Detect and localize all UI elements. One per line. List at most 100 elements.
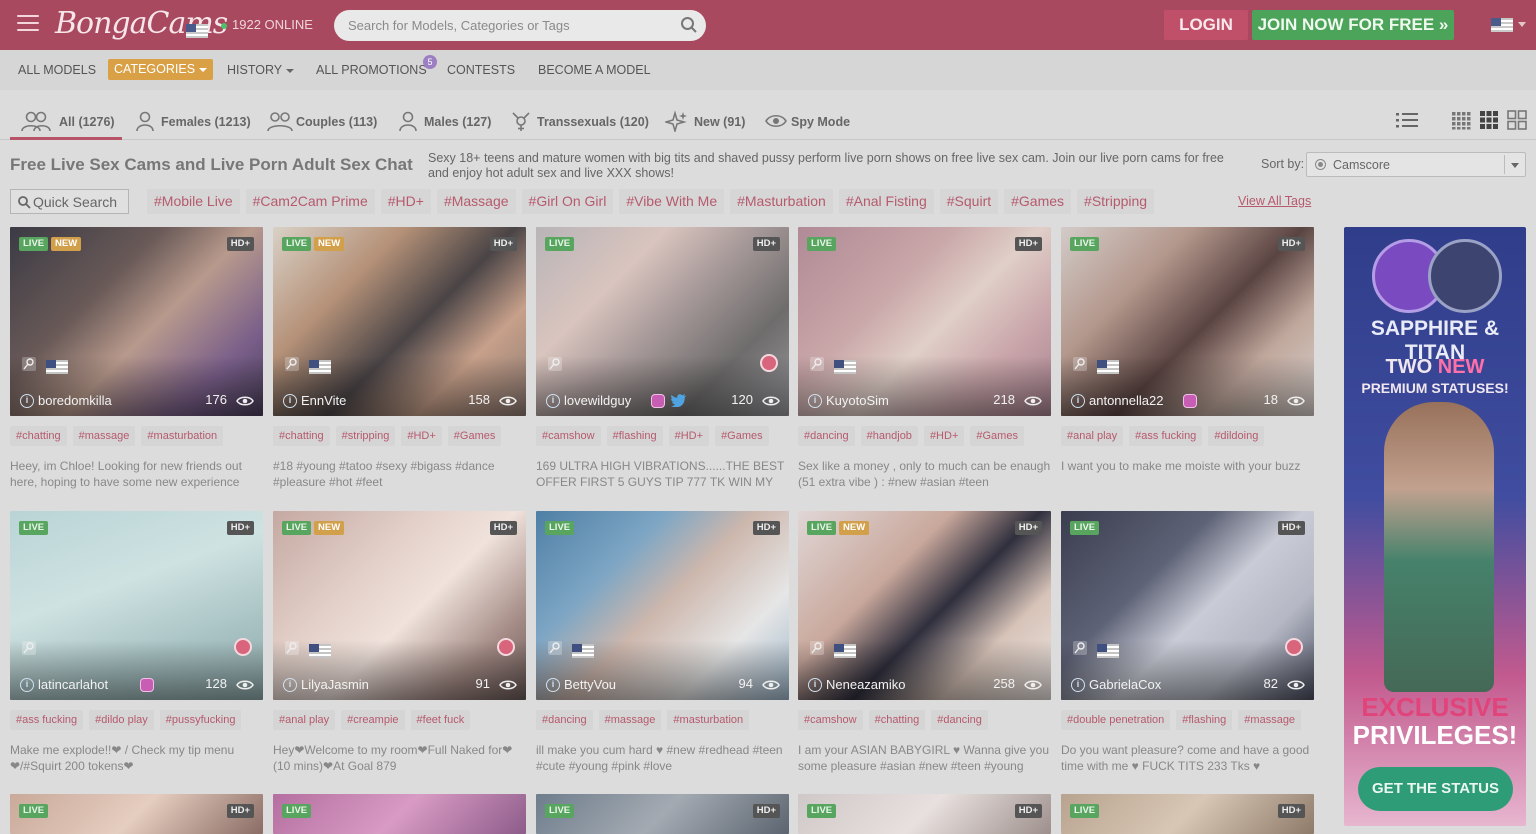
tag-link[interactable]: #Vibe With Me — [619, 189, 725, 214]
model-thumbnail[interactable]: LIVE NEW HD+ i LilyaJasmin 91 — [273, 511, 526, 700]
model-tag-link[interactable]: #massage — [598, 710, 662, 730]
model-tag-link[interactable]: #chatting — [10, 426, 67, 446]
model-thumbnail[interactable]: LIVE HD+ — [798, 794, 1051, 834]
model-name[interactable]: GabrielaCox — [1089, 677, 1161, 692]
model-tag-link[interactable]: #camshow — [798, 710, 863, 730]
model-tag-link[interactable]: #camshow — [536, 426, 601, 446]
model-tag-link[interactable]: #massage — [72, 426, 136, 446]
large-grid-icon[interactable] — [1507, 110, 1527, 130]
tag-link[interactable]: #Girl On Girl — [521, 189, 614, 214]
model-name[interactable]: boredomkilla — [38, 393, 112, 408]
model-tag-link[interactable]: #HD+ — [668, 426, 710, 446]
model-tag-link[interactable]: #creampie — [341, 710, 405, 730]
model-tag-link[interactable]: #chatting — [273, 426, 330, 446]
pin-icon[interactable] — [547, 640, 563, 656]
search-input[interactable] — [334, 10, 664, 41]
get-status-button[interactable]: GET THE STATUS — [1358, 767, 1513, 811]
info-icon[interactable]: i — [808, 678, 822, 692]
model-thumbnail[interactable]: LIVE HD+ i BettyVou 94 — [536, 511, 789, 700]
model-thumbnail[interactable]: LIVE — [273, 794, 526, 834]
info-icon[interactable]: i — [1071, 394, 1085, 408]
model-tag-link[interactable]: #anal play — [273, 710, 336, 730]
model-name[interactable]: KuyotoSim — [826, 393, 889, 408]
list-view-icon[interactable] — [1396, 110, 1418, 130]
nav-become-model[interactable]: BECOME A MODEL — [538, 63, 651, 77]
model-card[interactable]: LIVE HD+ i BettyVou 94 #dancing #massage #mastu… — [536, 511, 789, 773]
pin-icon[interactable] — [21, 356, 37, 372]
model-tag-link[interactable]: #ass fucking — [1129, 426, 1203, 446]
model-tag-link[interactable]: #Games — [970, 426, 1024, 446]
tag-link[interactable]: #Games — [1004, 189, 1072, 214]
model-card[interactable]: LIVE HD+ i latincarlahot 128 #ass fucking #dil… — [10, 511, 263, 773]
model-tag-link[interactable]: #dildo play — [89, 710, 154, 730]
model-card[interactable]: LIVE NEW HD+ i Neneazamiko 258 #camshow #chatti… — [798, 511, 1051, 773]
model-tag-link[interactable]: #dancing — [931, 710, 988, 730]
model-card[interactable]: LIVE NEW HD+ i boredomkilla 176 #chatting #mass… — [10, 227, 263, 489]
view-all-tags-link[interactable]: View All Tags — [1238, 194, 1311, 208]
model-name[interactable]: Neneazamiko — [826, 677, 906, 692]
language-flag-icon[interactable] — [1491, 18, 1513, 32]
model-tag-link[interactable]: #stripping — [335, 426, 396, 446]
model-thumbnail[interactable]: LIVE HD+ i lovewildguy 120 — [536, 227, 789, 416]
model-thumbnail[interactable]: LIVE NEW HD+ i boredomkilla 176 — [10, 227, 263, 416]
tag-link[interactable]: #HD+ — [380, 189, 431, 214]
model-thumbnail[interactable]: LIVE HD+ i antonnella22 18 — [1061, 227, 1314, 416]
filter-menu-icon[interactable] — [17, 15, 39, 35]
model-name[interactable]: EnnVite — [301, 393, 346, 408]
sort-select[interactable]: Camscore — [1306, 152, 1526, 177]
quick-search-box[interactable] — [10, 189, 129, 214]
model-tag-link[interactable]: #dancing — [798, 426, 855, 446]
model-card[interactable]: LIVE HD+ i antonnella22 18 #anal play #ass fuc… — [1061, 227, 1314, 473]
tab-spy-mode[interactable]: Spy Mode — [765, 104, 855, 140]
model-tag-link[interactable]: #masturbation — [667, 710, 750, 730]
model-tag-link[interactable]: #Games — [447, 426, 502, 446]
tab-all[interactable]: All (1276) — [10, 104, 122, 140]
model-name[interactable]: antonnella22 — [1089, 393, 1163, 408]
pin-icon[interactable] — [809, 640, 825, 656]
model-thumbnail[interactable]: LIVE NEW HD+ i Neneazamiko 258 — [798, 511, 1051, 700]
pin-icon[interactable] — [284, 356, 300, 372]
tab-couples[interactable]: Couples (113) — [267, 104, 379, 140]
model-thumbnail[interactable]: LIVE NEW HD+ i EnnVite 158 — [273, 227, 526, 416]
medium-grid-icon[interactable] — [1479, 110, 1499, 130]
pin-icon[interactable] — [21, 640, 37, 656]
model-tag-link[interactable]: #handjob — [860, 426, 918, 446]
info-icon[interactable]: i — [808, 394, 822, 408]
instagram-icon[interactable] — [1183, 394, 1198, 408]
nav-all-promotions[interactable]: ALL PROMOTIONS — [316, 63, 427, 77]
model-name[interactable]: BettyVou — [564, 677, 616, 692]
pin-icon[interactable] — [1072, 356, 1088, 372]
tag-link[interactable]: #Masturbation — [730, 189, 833, 214]
model-card[interactable]: LIVE HD+ — [1061, 794, 1314, 834]
join-button[interactable]: JOIN NOW FOR FREE » — [1252, 10, 1454, 40]
nav-contests[interactable]: CONTESTS — [447, 63, 515, 77]
model-tag-link[interactable]: #HD+ — [923, 426, 965, 446]
model-card[interactable]: LIVE — [273, 794, 526, 834]
tab-transsexuals[interactable]: Transsexuals (120) — [510, 104, 649, 140]
model-thumbnail[interactable]: LIVE HD+ — [536, 794, 789, 834]
search-icon[interactable] — [680, 16, 698, 34]
tag-link[interactable]: #Anal Fisting — [838, 189, 934, 214]
model-tag-link[interactable]: #Games — [715, 426, 769, 446]
info-icon[interactable]: i — [283, 394, 297, 408]
search-box[interactable] — [334, 10, 706, 41]
model-card[interactable]: LIVE NEW HD+ i EnnVite 158 #chatting #stripping… — [273, 227, 526, 489]
nav-all-models[interactable]: ALL MODELS — [18, 63, 96, 77]
info-icon[interactable]: i — [283, 678, 297, 692]
small-grid-icon[interactable] — [1451, 110, 1471, 130]
model-card[interactable]: LIVE HD+ i lovewildguy 120 #camshow #flashing #… — [536, 227, 789, 489]
info-icon[interactable]: i — [1071, 678, 1085, 692]
twitter-icon[interactable] — [671, 394, 687, 407]
model-card[interactable]: LIVE HD+ — [536, 794, 789, 834]
login-button[interactable]: LOGIN — [1164, 10, 1248, 40]
model-tag-link[interactable]: #dildoing — [1208, 426, 1265, 446]
model-tag-link[interactable]: #massage — [1238, 710, 1302, 730]
promo-banner[interactable]: SAPPHIRE & TITAN TWO NEW PREMIUM STATUSE… — [1344, 227, 1526, 826]
model-card[interactable]: LIVE HD+ — [798, 794, 1051, 834]
model-tag-link[interactable]: #HD+ — [401, 426, 442, 446]
model-tag-link[interactable]: #flashing — [1176, 710, 1233, 730]
tag-link[interactable]: #Stripping — [1077, 189, 1155, 214]
model-name[interactable]: latincarlahot — [38, 677, 108, 692]
tag-link[interactable]: #Squirt — [939, 189, 999, 214]
model-card[interactable]: LIVE HD+ i KuyotoSim 218 #dancing #handjob #HD+… — [798, 227, 1051, 489]
